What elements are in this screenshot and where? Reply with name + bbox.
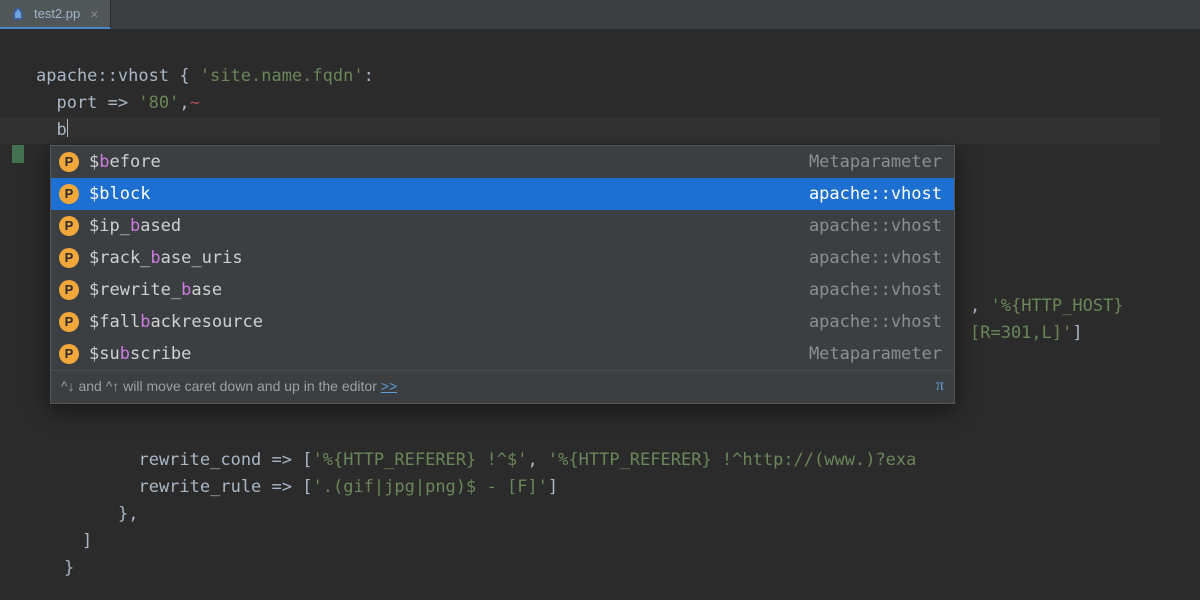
- background-code-below: rewrite_cond => ['%{HTTP_REFERER} !^$', …: [118, 420, 916, 582]
- autocomplete-item-name: $before: [89, 152, 161, 172]
- parameter-badge-icon: P: [59, 344, 79, 364]
- code-line: rewrite_cond => ['%{HTTP_REFERER} !^$', …: [118, 450, 916, 470]
- autocomplete-hint: ^↓ and ^↑ will move caret down and up in…: [61, 376, 397, 396]
- autocomplete-item-left: P $rewrite_base: [59, 280, 222, 300]
- autocomplete-item-left: P $before: [59, 152, 161, 172]
- parameter-badge-icon: P: [59, 248, 79, 268]
- token: ,: [527, 450, 547, 470]
- autocomplete-item-name: $block: [89, 184, 150, 204]
- token: [R=301,L]': [970, 323, 1072, 343]
- autocomplete-item-name: $subscribe: [89, 344, 191, 364]
- parameter-badge-icon: P: [59, 184, 79, 204]
- token: ]: [1072, 323, 1082, 343]
- gutter-change-marker: [12, 145, 24, 163]
- tab-bar: test2.pp ×: [0, 0, 1200, 30]
- code-line: }: [64, 558, 74, 578]
- token: ,: [179, 93, 189, 113]
- token: =>: [272, 450, 292, 470]
- code-line: ]: [82, 531, 92, 551]
- code-line: rewrite_rule => ['.(gif|jpg|png)$ - [F]'…: [118, 477, 558, 497]
- parameter-badge-icon: P: [59, 152, 79, 172]
- autocomplete-item[interactable]: P $subscribe Metaparameter: [51, 338, 954, 370]
- parameter-badge-icon: P: [59, 312, 79, 332]
- token: ::: [97, 66, 117, 86]
- autocomplete-item-type: Metaparameter: [809, 344, 942, 364]
- token: [128, 93, 138, 113]
- code-line: },: [118, 504, 138, 524]
- autocomplete-item[interactable]: P $block apache::vhost: [51, 178, 954, 210]
- token: =>: [108, 93, 128, 113]
- caret: [67, 119, 68, 137]
- autocomplete-item-type: apache::vhost: [809, 184, 942, 204]
- autocomplete-item[interactable]: P $ip_based apache::vhost: [51, 210, 954, 242]
- autocomplete-item-type: apache::vhost: [809, 216, 942, 236]
- token: :: [364, 66, 374, 86]
- autocomplete-item-left: P $ip_based: [59, 216, 181, 236]
- token: port: [36, 93, 108, 113]
- background-code-right: , '%{HTTP_HOST} [R=301,L]']: [970, 266, 1124, 347]
- hint-link[interactable]: >>: [381, 378, 397, 394]
- token: '%{HTTP_HOST}: [990, 296, 1123, 316]
- autocomplete-item-name: $fallbackresource: [89, 312, 263, 332]
- code-line: port => '80',~: [36, 93, 200, 113]
- token: rewrite_cond: [118, 450, 272, 470]
- autocomplete-item[interactable]: P $rewrite_base apache::vhost: [51, 274, 954, 306]
- autocomplete-item-left: P $subscribe: [59, 344, 191, 364]
- token: ]: [82, 531, 92, 551]
- puppet-file-icon: [10, 6, 26, 22]
- token: {: [179, 66, 199, 86]
- autocomplete-item-left: P $fallbackresource: [59, 312, 263, 332]
- autocomplete-item-name: $ip_based: [89, 216, 181, 236]
- file-tab[interactable]: test2.pp ×: [0, 0, 111, 29]
- token: '%{HTTP_REFERER} !^$': [313, 450, 528, 470]
- token: b: [36, 120, 67, 140]
- token: apache: [36, 66, 97, 86]
- autocomplete-item-type: Metaparameter: [809, 152, 942, 172]
- autocomplete-item[interactable]: P $rack_base_uris apache::vhost: [51, 242, 954, 274]
- token: [: [292, 450, 312, 470]
- token: '.(gif|jpg|png)$ - [F]': [313, 477, 548, 497]
- autocomplete-item-name: $rewrite_base: [89, 280, 222, 300]
- autocomplete-item-name: $rack_base_uris: [89, 248, 243, 268]
- pi-icon[interactable]: π: [936, 376, 944, 396]
- parameter-badge-icon: P: [59, 216, 79, 236]
- token: =>: [272, 477, 292, 497]
- token: '%{HTTP_REFERER} !^http://(www.)?exa: [548, 450, 916, 470]
- token: [: [292, 477, 312, 497]
- autocomplete-item-type: apache::vhost: [809, 248, 942, 268]
- parameter-badge-icon: P: [59, 280, 79, 300]
- token: }: [64, 558, 74, 578]
- token: rewrite_rule: [118, 477, 272, 497]
- tab-filename: test2.pp: [34, 6, 80, 21]
- autocomplete-item-type: apache::vhost: [809, 280, 942, 300]
- editor-gutter: [0, 30, 32, 171]
- token: '80': [138, 93, 179, 113]
- autocomplete-item-type: apache::vhost: [809, 312, 942, 332]
- token: ,: [970, 296, 990, 316]
- autocomplete-item[interactable]: P $fallbackresource apache::vhost: [51, 306, 954, 338]
- autocomplete-footer: ^↓ and ^↑ will move caret down and up in…: [51, 370, 954, 403]
- close-icon[interactable]: ×: [88, 6, 100, 22]
- whitespace-marker: ~: [190, 93, 200, 113]
- autocomplete-item-left: P $block: [59, 184, 150, 204]
- token: vhost: [118, 66, 179, 86]
- current-line: b: [0, 117, 1160, 144]
- autocomplete-item-left: P $rack_base_uris: [59, 248, 243, 268]
- token: 'site.name.fqdn': [200, 66, 364, 86]
- token: ]: [548, 477, 558, 497]
- autocomplete-popup: P$beforeMetaparameterP$blockapache::vhos…: [50, 145, 955, 404]
- code-line: apache::vhost { 'site.name.fqdn':: [36, 66, 374, 86]
- hint-text: ^↓ and ^↑ will move caret down and up in…: [61, 378, 381, 394]
- autocomplete-item[interactable]: P $before Metaparameter: [51, 146, 954, 178]
